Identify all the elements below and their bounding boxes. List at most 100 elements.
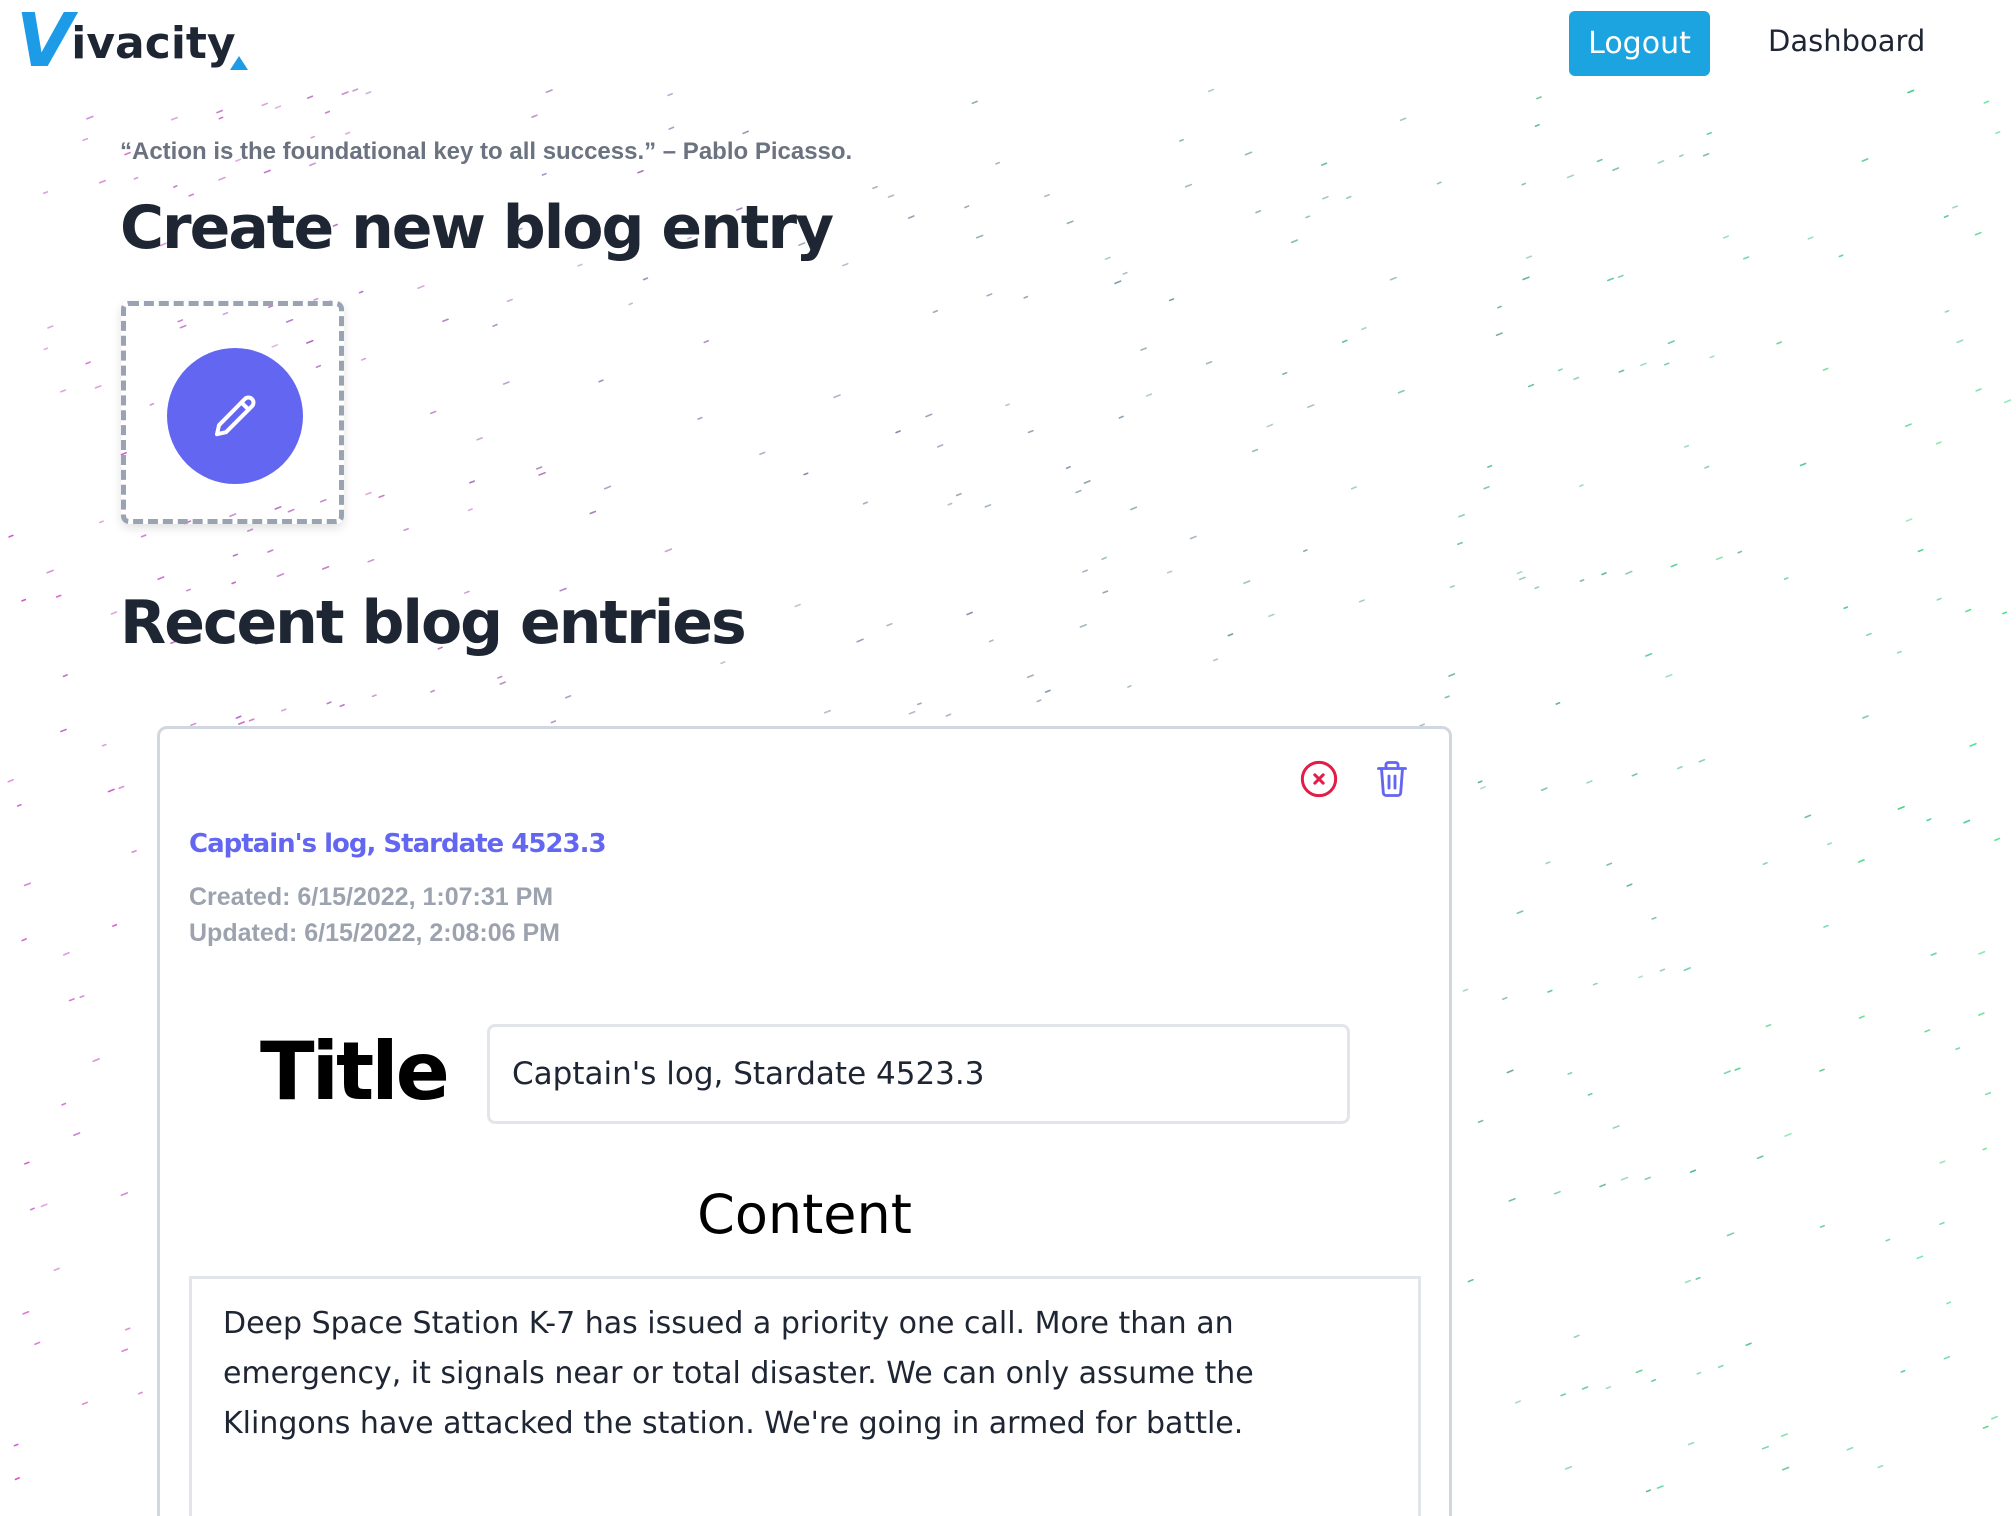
background-dot <box>247 528 254 532</box>
background-dot <box>85 361 91 365</box>
background-dot <box>1502 996 1508 1001</box>
background-dot <box>324 110 331 114</box>
background-dot <box>1651 916 1657 920</box>
background-dot <box>1255 210 1262 214</box>
background-dot <box>642 277 649 281</box>
background-dot <box>1722 235 1729 239</box>
background-dot <box>1350 486 1357 490</box>
background-dot <box>1207 88 1215 93</box>
background-dot <box>1687 1441 1695 1446</box>
close-entry-button[interactable] <box>1299 759 1339 799</box>
background-dot <box>1930 952 1937 956</box>
background-dot <box>1617 274 1624 279</box>
background-dot <box>1861 158 1869 162</box>
background-dot <box>1896 650 1902 654</box>
background-dot <box>263 169 271 174</box>
logout-button[interactable]: Logout <box>1569 11 1710 76</box>
background-dot <box>1969 742 1977 747</box>
background-dot <box>1983 100 1990 104</box>
create-entry-button[interactable] <box>167 348 303 484</box>
background-dot <box>46 569 54 574</box>
background-dot <box>1846 1446 1854 1451</box>
background-dot <box>1656 1485 1664 1489</box>
background-dot <box>1184 183 1192 188</box>
background-dot <box>545 89 553 94</box>
entry-title[interactable]: Captain's log, Stardate 4523.3 <box>189 826 607 862</box>
background-dot <box>1026 674 1034 679</box>
background-dot <box>1975 388 1982 392</box>
content-textarea[interactable]: Deep Space Station K-7 has issued a prio… <box>189 1276 1421 1516</box>
delete-entry-button[interactable] <box>1372 757 1412 801</box>
background-dot <box>140 534 147 538</box>
background-dot <box>1657 160 1665 164</box>
background-dot <box>81 1401 89 1406</box>
create-heading: Create new blog entry <box>120 193 834 263</box>
background-dot <box>1677 765 1683 770</box>
background-dot <box>947 502 953 506</box>
background-dot <box>1341 339 1348 343</box>
title-label: Title <box>260 1025 450 1118</box>
background-dot <box>1858 859 1865 863</box>
background-dot <box>1534 586 1540 590</box>
background-dot <box>1213 658 1219 662</box>
background-dot <box>125 1327 131 1331</box>
background-dot <box>157 576 165 581</box>
background-dot <box>1114 280 1122 285</box>
background-dot <box>1625 570 1633 575</box>
logo[interactable]: V ivacity <box>16 2 248 78</box>
background-dot <box>667 93 674 97</box>
background-dot <box>1244 151 1253 156</box>
background-dot <box>92 1058 100 1063</box>
background-dot <box>1939 1221 1945 1225</box>
background-dot <box>1684 1279 1691 1284</box>
background-dot <box>131 849 137 854</box>
background-dot <box>417 285 425 290</box>
background-dot <box>1448 673 1456 677</box>
background-dot <box>1709 355 1715 359</box>
background-dot <box>668 126 675 130</box>
background-dot <box>886 622 893 627</box>
background-dot <box>1066 220 1074 225</box>
background-dot <box>1776 341 1782 345</box>
background-dot <box>1704 465 1710 469</box>
background-dot <box>1807 236 1814 240</box>
background-dot <box>1307 404 1315 409</box>
title-input[interactable] <box>487 1024 1350 1124</box>
dashboard-link[interactable]: Dashboard <box>1768 18 1925 64</box>
background-dot <box>1978 950 1986 955</box>
background-dot <box>1822 367 1829 371</box>
background-dot <box>118 785 125 790</box>
background-dot <box>1606 862 1613 866</box>
background-dot <box>1397 389 1405 394</box>
background-dot <box>988 639 994 643</box>
background-dot <box>1905 518 1913 522</box>
background-dot <box>261 102 269 107</box>
background-dot <box>1462 988 1469 992</box>
background-dot <box>1518 576 1526 581</box>
background-dot <box>1695 1276 1701 1280</box>
background-dot <box>1189 535 1197 540</box>
background-dot <box>1578 484 1584 488</box>
background-dot <box>535 466 543 470</box>
background-dot <box>916 702 922 706</box>
background-dot <box>664 548 673 553</box>
background-dot <box>1605 1386 1612 1390</box>
background-dot <box>21 598 27 602</box>
background-dot <box>248 718 255 722</box>
background-dot <box>1952 205 1958 209</box>
background-dot <box>2002 611 2008 615</box>
background-dot <box>16 803 22 807</box>
background-dot <box>1592 982 1598 986</box>
background-dot <box>62 951 70 956</box>
background-dot <box>1823 924 1829 928</box>
background-dot <box>1581 1386 1589 1390</box>
background-dot <box>492 323 498 328</box>
background-dot <box>47 325 54 329</box>
background-dot <box>1140 347 1147 351</box>
background-dot <box>1784 1133 1792 1137</box>
background-dot <box>7 778 14 783</box>
background-dot <box>1946 1301 1952 1305</box>
background-dot <box>1166 570 1173 574</box>
background-dot <box>1483 485 1490 490</box>
background-dot <box>42 191 49 195</box>
